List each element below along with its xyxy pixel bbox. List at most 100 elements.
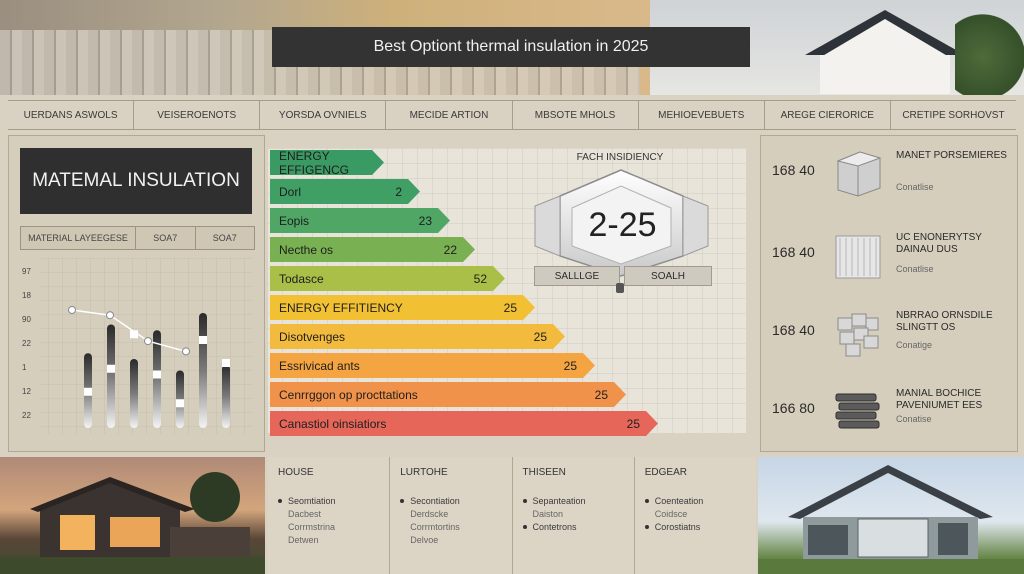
info-list-item[interactable]: Contetrons: [522, 521, 634, 534]
chart-bar: [222, 364, 230, 428]
energy-rating-label: Dorl: [279, 184, 302, 199]
energy-rating-bar: Necthe os 22: [270, 237, 475, 262]
info-list-item[interactable]: Secontiation: [400, 495, 511, 508]
info-list-item[interactable]: Corostiatns: [644, 521, 756, 534]
energy-rating-bar: Canastiol oinsiatiors 25: [270, 411, 658, 436]
energy-rating-value: 2: [395, 184, 402, 199]
energy-rating-bar: Dorl 2: [270, 179, 420, 204]
energy-rating-bar: Todasce 52: [270, 266, 505, 291]
nav-item[interactable]: MECIDE ARTION: [386, 101, 513, 129]
info-list-item: Daiston: [532, 509, 564, 519]
energy-rating-label: Cenrrggon op procttations: [279, 387, 418, 402]
material-item-number: 166 80: [772, 400, 815, 416]
bullet-icon: [522, 525, 527, 529]
banner-tree-image: [955, 0, 1024, 95]
energy-rating-bar: ENERGY EFFIGENCG: [270, 150, 384, 175]
gauge-left-label: SALLLGE: [534, 266, 620, 286]
efficiency-value: 2-25: [588, 205, 657, 244]
energy-rating-label: Todasce: [279, 271, 324, 286]
bottom-info-columns: HOUSE Seomtiation Dacbest Corrmstrina De…: [268, 457, 756, 574]
material-item-number: 168 40: [772, 322, 815, 338]
bullet-icon: [644, 499, 649, 503]
info-list-item: Corrmstrina: [288, 522, 336, 532]
gauge-knob[interactable]: [616, 283, 624, 293]
chart-y-tick: 22: [22, 411, 31, 420]
nav-item[interactable]: MBSOTE MHOLS: [513, 101, 639, 129]
energy-rating-label: Disotvenges: [279, 329, 346, 344]
gauge-right-label: SOALH: [624, 266, 712, 286]
info-list-item[interactable]: Coenteation: [644, 495, 756, 508]
chart-y-tick: 22: [22, 339, 31, 348]
info-list-item: Dacbest: [288, 509, 322, 519]
nav-item[interactable]: VEISEROENOTS: [134, 101, 261, 129]
energy-rating-value: 25: [533, 329, 547, 344]
chart-grid: [40, 258, 252, 434]
chart-bar-marker: [176, 399, 184, 408]
nav-item[interactable]: UERDANS ASWOLS: [8, 101, 135, 129]
info-column-heading: LURTOHE: [400, 467, 448, 478]
energy-rating-label: Essrivicad ants: [279, 358, 360, 373]
info-column: HOUSE Seomtiation Dacbest Corrmstrina De…: [268, 457, 391, 574]
chart-bar-marker: [153, 370, 161, 379]
material-item[interactable]: 166 80 MANIAL BOCHICE PAVENIUMET EES Con…: [760, 378, 1016, 448]
page-title: Best Optiont thermal insulation in 2025: [272, 27, 750, 67]
chart-y-tick: 90: [22, 315, 31, 324]
energy-rating-value: 25: [594, 387, 608, 402]
bullet-icon: [644, 525, 649, 529]
energy-rating-label: Necthe os: [279, 242, 334, 257]
energy-rating-bar: ENERGY EFFITIENCY 25: [270, 295, 535, 320]
bullet-icon: [400, 499, 405, 503]
info-column: THISEEN Sepanteation Daiston Contetrons: [513, 457, 635, 574]
material-item[interactable]: 168 40 MANET PORSEMIERES Conatlise: [760, 140, 1016, 210]
chart-line-point: [106, 311, 114, 320]
energy-rating-label: Canastiol oinsiatiors: [279, 416, 387, 431]
energy-rating-bar: Eopis 23: [270, 208, 450, 233]
material-title: MATEMAL INSULATION: [20, 148, 252, 214]
bullet-icon: [522, 499, 527, 503]
material-item-sub: Conatise: [896, 414, 932, 424]
info-list-item: Coidsce: [654, 509, 688, 519]
nav-item[interactable]: CRETIPE SORHOVST: [891, 101, 1016, 129]
energy-rating-value: 25: [626, 416, 640, 431]
chart-line-point: [144, 337, 152, 346]
material-item-sub: Conatige: [896, 340, 933, 350]
energy-rating-bar: Essrivicad ants 25: [270, 353, 595, 378]
energy-rating-bar: Cenrrggon op procttations 25: [270, 382, 626, 407]
info-column-heading: HOUSE: [278, 467, 314, 478]
material-item[interactable]: 168 40 UC ENONERYTSY DAINAU DUS Conatlis…: [760, 222, 1016, 292]
material-item-name: NBRRAO ORNSDILE SLINGTT OS: [896, 310, 993, 333]
chart-bar-marker: [199, 336, 207, 344]
material-item[interactable]: 168 40 NBRRAO ORNSDILE SLINGTT OS Conati…: [760, 300, 1016, 370]
info-list-item: Delvoe: [410, 535, 439, 545]
info-column: EDGEAR Coenteation Coidsce Corostiatns: [635, 457, 756, 574]
nav-item[interactable]: AREGE CIERORICE: [765, 101, 891, 129]
chart-y-tick: 18: [22, 291, 31, 300]
energy-rating-value: 23: [418, 213, 432, 228]
energy-rating-value: 25: [503, 300, 517, 315]
material-item-name: MANET PORSEMIERES: [896, 150, 1007, 161]
chart-bar-marker: [222, 359, 230, 367]
fiber-insulation-icon: [835, 235, 881, 279]
energy-rating-value: 25: [563, 358, 577, 373]
efficiency-title: FACH INSIDIENCY: [576, 152, 664, 163]
chart-y-tick: 97: [22, 267, 31, 276]
chart-line-point: [182, 347, 190, 356]
material-bar-chart: 97 18 90 22 1 12 22: [22, 258, 252, 434]
info-list-item: Detwen: [288, 535, 319, 545]
info-column-heading: THISEEN: [522, 467, 566, 478]
chart-y-tick: 1: [22, 363, 27, 372]
nav-item[interactable]: YORSDA OVNIELS: [260, 101, 387, 129]
chart-line-point: [68, 306, 76, 315]
chart-bar: [130, 359, 138, 428]
foam-blocks-icon: [837, 313, 879, 357]
panels-stack-icon: [835, 393, 880, 429]
stone-block-icon: [836, 151, 882, 197]
info-list-item[interactable]: Sepanteation: [522, 495, 634, 508]
energy-rating-label: Eopis: [279, 213, 310, 228]
info-list-item[interactable]: Seomtiation: [278, 495, 389, 508]
nav-item[interactable]: MEHIOEVEBUETS: [639, 101, 765, 129]
info-column: LURTOHE Secontiation Derdscke Corrmtorti…: [390, 457, 513, 574]
energy-rating-label: ENERGY EFFIGENCG: [279, 148, 350, 177]
material-item-number: 168 40: [772, 244, 815, 260]
energy-rating-value: 22: [443, 242, 457, 257]
